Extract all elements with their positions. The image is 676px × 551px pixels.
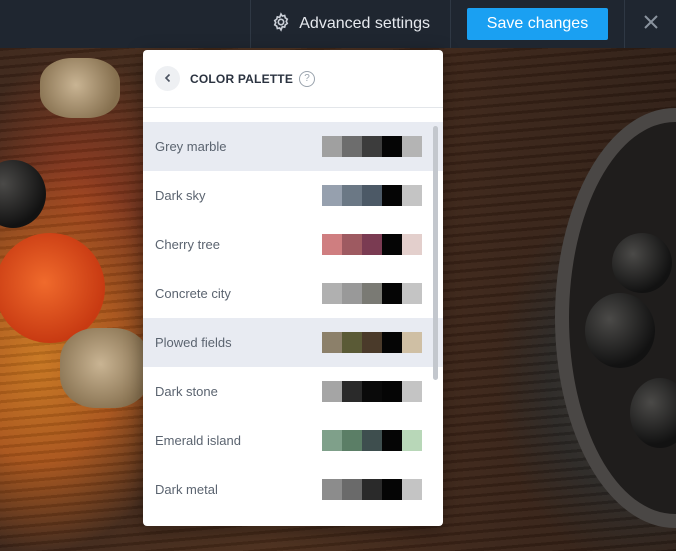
palette-name: Dark stone bbox=[155, 384, 218, 399]
palette-name: Concrete city bbox=[155, 286, 231, 301]
palette-item[interactable]: Grey marble bbox=[143, 122, 443, 171]
color-swatch bbox=[402, 136, 422, 157]
save-area: Save changes bbox=[450, 0, 624, 48]
palette-item[interactable]: Concrete city bbox=[143, 269, 443, 318]
color-swatch bbox=[342, 332, 362, 353]
olive bbox=[585, 293, 655, 368]
scrollbar[interactable] bbox=[433, 126, 438, 380]
palette-item[interactable]: Emerald island bbox=[143, 416, 443, 465]
color-swatch bbox=[342, 185, 362, 206]
color-swatch bbox=[362, 185, 382, 206]
palette-name: Cherry tree bbox=[155, 237, 221, 252]
color-swatch bbox=[402, 430, 422, 451]
palette-swatches bbox=[322, 234, 422, 255]
close-icon bbox=[643, 14, 658, 34]
color-swatch bbox=[362, 381, 382, 402]
color-palette-panel: COLOR PALETTE ? Grey marble Dark sky Cherr… bbox=[143, 50, 443, 526]
advanced-settings-button[interactable]: Advanced settings bbox=[250, 0, 450, 48]
olive bbox=[612, 233, 672, 293]
color-swatch bbox=[322, 332, 342, 353]
color-swatch bbox=[402, 479, 422, 500]
palette-item[interactable]: Dark stone bbox=[143, 367, 443, 416]
color-swatch bbox=[322, 234, 342, 255]
palette-item[interactable]: Plowed fields bbox=[143, 318, 443, 367]
top-toolbar: Advanced settings Save changes bbox=[0, 0, 676, 48]
chevron-left-icon bbox=[163, 70, 173, 88]
color-swatch bbox=[382, 479, 402, 500]
color-swatch bbox=[362, 136, 382, 157]
color-swatch bbox=[362, 430, 382, 451]
color-swatch bbox=[342, 136, 362, 157]
color-swatch bbox=[402, 234, 422, 255]
color-swatch bbox=[322, 185, 342, 206]
palette-swatches bbox=[322, 430, 422, 451]
color-swatch bbox=[402, 381, 422, 402]
color-swatch bbox=[402, 283, 422, 304]
gear-icon bbox=[271, 11, 291, 37]
color-swatch bbox=[322, 479, 342, 500]
back-button[interactable] bbox=[155, 66, 180, 91]
close-button[interactable] bbox=[624, 0, 676, 48]
color-swatch bbox=[362, 283, 382, 304]
palette-swatches bbox=[322, 185, 422, 206]
color-swatch bbox=[362, 332, 382, 353]
color-swatch bbox=[322, 283, 342, 304]
save-changes-button[interactable]: Save changes bbox=[467, 8, 608, 40]
help-icon[interactable]: ? bbox=[299, 70, 316, 87]
mushroom bbox=[40, 58, 120, 118]
palette-item[interactable]: Cherry tree bbox=[143, 220, 443, 269]
panel-title: COLOR PALETTE bbox=[190, 71, 294, 86]
advanced-settings-label: Advanced settings bbox=[299, 15, 430, 32]
color-swatch bbox=[382, 283, 402, 304]
color-swatch bbox=[382, 332, 402, 353]
tomato-slice bbox=[0, 233, 105, 343]
panel-header: COLOR PALETTE ? bbox=[143, 50, 443, 108]
color-swatch bbox=[362, 234, 382, 255]
color-swatch bbox=[402, 185, 422, 206]
color-swatch bbox=[342, 283, 362, 304]
color-swatch bbox=[382, 185, 402, 206]
color-swatch bbox=[382, 234, 402, 255]
color-swatch bbox=[322, 430, 342, 451]
color-swatch bbox=[342, 479, 362, 500]
palette-swatches bbox=[322, 283, 422, 304]
color-swatch bbox=[362, 479, 382, 500]
color-swatch bbox=[382, 381, 402, 402]
color-swatch bbox=[342, 381, 362, 402]
color-swatch bbox=[402, 332, 422, 353]
palette-name: Emerald island bbox=[155, 433, 241, 448]
palette-swatches bbox=[322, 381, 422, 402]
palette-swatches bbox=[322, 332, 422, 353]
palette-name: Plowed fields bbox=[155, 335, 232, 350]
palette-name: Grey marble bbox=[155, 139, 227, 154]
palette-swatches bbox=[322, 136, 422, 157]
palette-item[interactable]: Dark metal bbox=[143, 465, 443, 514]
color-swatch bbox=[382, 430, 402, 451]
mushroom bbox=[60, 328, 150, 408]
color-swatch bbox=[322, 136, 342, 157]
palette-list: Grey marble Dark sky Cherry tree Concrete c… bbox=[143, 122, 443, 514]
palette-name: Dark metal bbox=[155, 482, 218, 497]
color-swatch bbox=[342, 430, 362, 451]
palette-item[interactable]: Dark sky bbox=[143, 171, 443, 220]
color-swatch bbox=[342, 234, 362, 255]
color-swatch bbox=[382, 136, 402, 157]
color-swatch bbox=[322, 381, 342, 402]
palette-swatches bbox=[322, 479, 422, 500]
palette-name: Dark sky bbox=[155, 188, 206, 203]
